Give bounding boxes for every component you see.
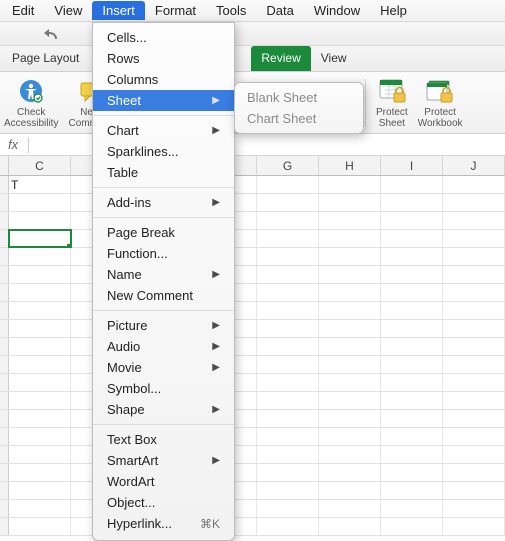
formula-bar[interactable]: fx: [0, 134, 505, 156]
menu-tools[interactable]: Tools: [206, 1, 256, 20]
insert-cells[interactable]: Cells...: [93, 27, 234, 48]
quick-access-toolbar: [0, 22, 505, 46]
menu-data[interactable]: Data: [256, 1, 303, 20]
protect-sheet-label: Protect Sheet: [376, 108, 408, 129]
cell[interactable]: T: [9, 176, 71, 193]
submenu-arrow-icon: ▶: [212, 95, 220, 106]
insert-text-box[interactable]: Text Box: [93, 429, 234, 450]
insert-movie[interactable]: Movie▶: [93, 357, 234, 378]
insert-function[interactable]: Function...: [93, 243, 234, 264]
submenu-arrow-icon: ▶: [212, 455, 220, 466]
col-j[interactable]: J: [443, 156, 505, 175]
insert-name[interactable]: Name▶: [93, 264, 234, 285]
protect-sheet-icon: [377, 76, 407, 106]
shortcut-label: ⌘K: [200, 517, 220, 531]
sheet-chart[interactable]: Chart Sheet: [235, 108, 363, 129]
accessibility-icon: [16, 76, 46, 106]
menu-window[interactable]: Window: [304, 1, 370, 20]
submenu-arrow-icon: ▶: [212, 269, 220, 280]
menu-format[interactable]: Format: [145, 1, 206, 20]
protect-workbook-button[interactable]: Protect Workbook: [418, 76, 463, 129]
insert-audio[interactable]: Audio▶: [93, 336, 234, 357]
col-c[interactable]: C: [9, 156, 71, 175]
tab-page-layout[interactable]: Page Layout: [2, 46, 89, 71]
submenu-arrow-icon: ▶: [212, 125, 220, 136]
insert-menu-dropdown: Cells... Rows Columns Sheet▶ Chart▶ Spar…: [92, 22, 235, 541]
menu-help[interactable]: Help: [370, 1, 417, 20]
insert-chart[interactable]: Chart▶: [93, 120, 234, 141]
insert-table[interactable]: Table: [93, 162, 234, 183]
insert-addins[interactable]: Add-ins▶: [93, 192, 234, 213]
col-i[interactable]: I: [381, 156, 443, 175]
insert-sheet[interactable]: Sheet▶: [93, 90, 234, 111]
protect-workbook-label: Protect Workbook: [418, 108, 463, 129]
col-g[interactable]: G: [257, 156, 319, 175]
menubar: Edit View Insert Format Tools Data Windo…: [0, 0, 505, 22]
submenu-arrow-icon: ▶: [212, 341, 220, 352]
submenu-arrow-icon: ▶: [212, 404, 220, 415]
select-all-corner[interactable]: [0, 156, 9, 175]
insert-rows[interactable]: Rows: [93, 48, 234, 69]
fx-label: fx: [8, 137, 18, 152]
submenu-arrow-icon: ▶: [212, 362, 220, 373]
menu-view[interactable]: View: [44, 1, 92, 20]
menu-insert[interactable]: Insert: [92, 1, 145, 20]
column-headers: C F G H I J: [0, 156, 505, 176]
sheet-submenu: Blank Sheet Chart Sheet: [234, 82, 364, 134]
insert-sparklines[interactable]: Sparklines...: [93, 141, 234, 162]
spreadsheet-grid[interactable]: T // (filled by loop below after page-da…: [0, 176, 505, 536]
undo-icon[interactable]: [42, 27, 58, 41]
col-h[interactable]: H: [319, 156, 381, 175]
menu-edit[interactable]: Edit: [2, 1, 44, 20]
insert-new-comment[interactable]: New Comment: [93, 285, 234, 306]
submenu-arrow-icon: ▶: [212, 320, 220, 331]
insert-object[interactable]: Object...: [93, 492, 234, 513]
sheet-blank[interactable]: Blank Sheet: [235, 87, 363, 108]
insert-symbol[interactable]: Symbol...: [93, 378, 234, 399]
tab-view[interactable]: View: [311, 46, 357, 71]
check-accessibility-label: Check Accessibility: [4, 108, 58, 129]
insert-smartart[interactable]: SmartArt▶: [93, 450, 234, 471]
ribbon-tabs: Page Layout Review View: [0, 46, 505, 72]
tab-review[interactable]: Review: [251, 46, 310, 71]
insert-picture[interactable]: Picture▶: [93, 315, 234, 336]
protect-sheet-button[interactable]: Protect Sheet: [376, 76, 408, 129]
insert-shape[interactable]: Shape▶: [93, 399, 234, 420]
protect-workbook-icon: [425, 76, 455, 106]
insert-wordart[interactable]: WordArt: [93, 471, 234, 492]
insert-page-break[interactable]: Page Break: [93, 222, 234, 243]
check-accessibility-button[interactable]: Check Accessibility: [4, 76, 58, 129]
insert-columns[interactable]: Columns: [93, 69, 234, 90]
insert-hyperlink[interactable]: Hyperlink...⌘K: [93, 513, 234, 534]
active-cell[interactable]: [9, 230, 71, 247]
submenu-arrow-icon: ▶: [212, 197, 220, 208]
